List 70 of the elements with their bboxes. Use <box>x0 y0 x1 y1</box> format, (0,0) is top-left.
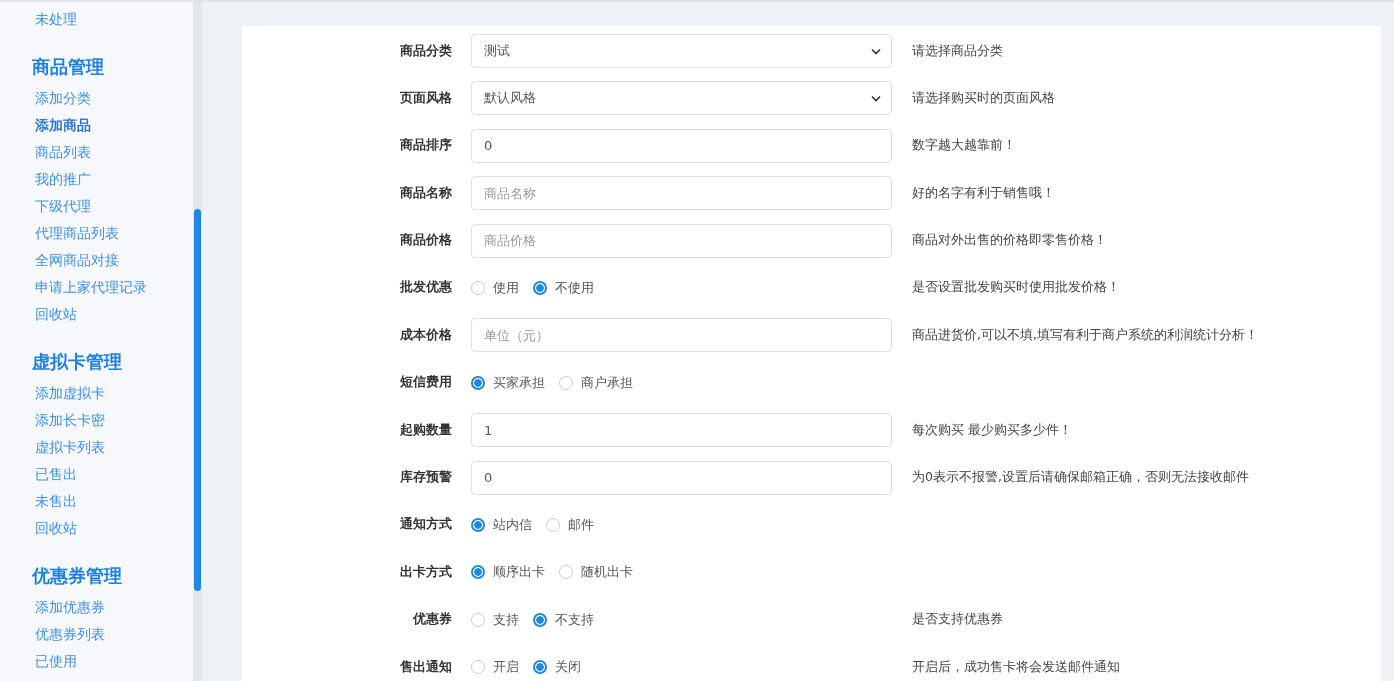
help-text: 是否设置批发购买时使用批发价格！ <box>912 279 1120 297</box>
input-field[interactable]: 商品名称 <box>471 176 892 211</box>
help-text: 好的名字有利于销售哦！ <box>912 184 1055 202</box>
sidebar-item[interactable]: 回收站 <box>0 301 193 328</box>
field-label: 优惠券 <box>411 611 452 629</box>
field-label: 库存预警 <box>399 469 452 486</box>
input-field[interactable]: 单位（元） <box>471 318 892 353</box>
help-text: 商品对外出售的价格即零售价格！ <box>912 232 1107 250</box>
sidebar-item[interactable]: 全网商品对接 <box>0 247 193 274</box>
sidebar-item[interactable]: 下级代理 <box>0 193 193 220</box>
input-field[interactable]: 0 <box>471 460 892 495</box>
radio-option[interactable]: 随机出卡 <box>559 563 633 582</box>
sidebar-item[interactable]: 代理商品列表 <box>0 220 193 247</box>
field-label: 批发优惠 <box>399 279 452 297</box>
sidebar-item[interactable]: 添加长卡密 <box>0 407 193 434</box>
sidebar-section-title: 优惠券管理 <box>30 564 123 588</box>
field-label: 短信费用 <box>399 374 452 392</box>
select-field[interactable]: 默认风格 <box>471 81 892 116</box>
input-field[interactable]: 0 <box>471 128 892 163</box>
help-text: 请选择购买时的页面风格 <box>912 89 1055 107</box>
field-label: 成本价格 <box>399 326 452 344</box>
chevron-down-icon <box>871 47 881 55</box>
help-text: 是否支持优惠券 <box>912 611 1003 629</box>
radio-option[interactable]: 关闭 <box>533 658 581 677</box>
field-label: 商品排序 <box>399 137 452 155</box>
select-field[interactable]: 测试 <box>471 34 892 68</box>
sidebar-item[interactable]: 商品列表 <box>0 139 193 166</box>
sidebar-item[interactable]: 添加虚拟卡 <box>0 380 193 407</box>
field-label: 商品价格 <box>399 232 452 250</box>
radio-option[interactable]: 买家承担 <box>471 373 545 392</box>
radio-option[interactable]: 开启 <box>471 658 519 677</box>
sidebar-item[interactable]: 添加分类 <box>0 85 193 112</box>
field-label: 通知方式 <box>399 516 452 534</box>
radio-option[interactable]: 顺序出卡 <box>471 563 545 582</box>
sidebar-item[interactable]: 虚拟卡列表 <box>0 434 193 461</box>
field-label: 商品分类 <box>399 42 452 60</box>
field-label: 起购数量 <box>399 421 452 439</box>
sidebar-item[interactable]: 已售出 <box>0 461 193 488</box>
radio-option[interactable]: 不使用 <box>533 278 594 297</box>
sidebar-item[interactable]: 回收站 <box>0 515 193 542</box>
input-field[interactable]: 商品价格 <box>471 223 892 258</box>
scrollbar-thumb[interactable] <box>194 209 201 591</box>
sidebar-item[interactable]: 优惠券列表 <box>0 621 193 648</box>
field-label: 售出通知 <box>399 658 452 676</box>
help-text: 每次购买 最少购买多少件！ <box>912 421 1072 439</box>
help-text: 为0表示不报警,设置后请确保邮箱正确，否则无法接收邮件 <box>912 469 1249 486</box>
field-label: 出卡方式 <box>399 563 452 581</box>
help-text: 商品进货价,可以不填,填写有利于商户系统的利润统计分析！ <box>912 326 1258 344</box>
radio-option[interactable]: 站内信 <box>471 515 532 534</box>
field-label: 商品名称 <box>399 184 452 202</box>
sidebar-item[interactable]: 我的推广 <box>0 166 193 193</box>
radio-option[interactable]: 支持 <box>471 610 519 629</box>
radio-option[interactable]: 商户承担 <box>559 373 633 392</box>
sidebar-item[interactable]: 已使用 <box>0 648 193 675</box>
sidebar-item[interactable]: 添加优惠券 <box>0 594 193 621</box>
chevron-down-icon <box>871 94 881 102</box>
help-text: 请选择商品分类 <box>912 42 1003 60</box>
input-field[interactable]: 1 <box>471 413 892 448</box>
sidebar-section-title: 商品管理 <box>31 55 105 79</box>
help-text: 数字越大越靠前！ <box>912 137 1016 155</box>
help-text: 开启后，成功售卡将会发送邮件通知 <box>912 658 1120 676</box>
sidebar-section-title: 虚拟卡管理 <box>31 350 123 374</box>
sidebar-item[interactable]: 申请上家代理记录 <box>0 274 193 301</box>
radio-option[interactable]: 邮件 <box>546 515 594 534</box>
sidebar-item[interactable]: 未售出 <box>0 488 193 515</box>
sidebar-item[interactable]: 添加商品 <box>0 112 193 139</box>
field-label: 页面风格 <box>399 89 452 107</box>
radio-option[interactable]: 不支持 <box>533 610 594 629</box>
sidebar-item[interactable]: 未处理 <box>0 6 193 33</box>
radio-option[interactable]: 使用 <box>471 278 519 297</box>
